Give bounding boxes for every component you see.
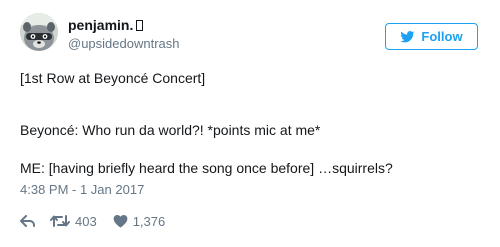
- tweet-card: penjamin. @upsidedowntrash Follow [1st R…: [0, 0, 500, 247]
- follow-button[interactable]: Follow: [385, 23, 478, 50]
- reply-button[interactable]: [20, 214, 36, 228]
- tweet-actions: 403 1,376: [20, 212, 165, 230]
- tweet-text-line-2: Beyoncé: Who run da world?! *points mic …: [20, 122, 321, 138]
- retweet-icon: [50, 215, 70, 227]
- raccoon-avatar-image: [20, 13, 58, 51]
- display-name-text: penjamin.: [68, 17, 134, 33]
- display-name[interactable]: penjamin.: [68, 16, 144, 34]
- tweet-timestamp[interactable]: 4:38 PM - 1 Jan 2017: [20, 182, 144, 198]
- tweet-text-line-1: [1st Row at Beyoncé Concert]: [20, 70, 206, 86]
- twitter-bird-icon: [400, 30, 415, 42]
- reply-icon: [20, 215, 35, 227]
- user-handle[interactable]: @upsidedowntrash: [68, 36, 179, 52]
- tweet-text-line-3: ME: [having briefly heard the song once …: [20, 160, 393, 176]
- follow-button-label: Follow: [421, 29, 463, 44]
- retweet-count: 403: [75, 213, 97, 229]
- like-count: 1,376: [132, 213, 166, 229]
- heart-icon: [113, 215, 128, 228]
- like-button[interactable]: 1,376: [113, 213, 166, 229]
- missing-emoji-glyph: [136, 20, 144, 31]
- avatar[interactable]: [20, 13, 58, 51]
- retweet-button[interactable]: 403: [50, 214, 97, 229]
